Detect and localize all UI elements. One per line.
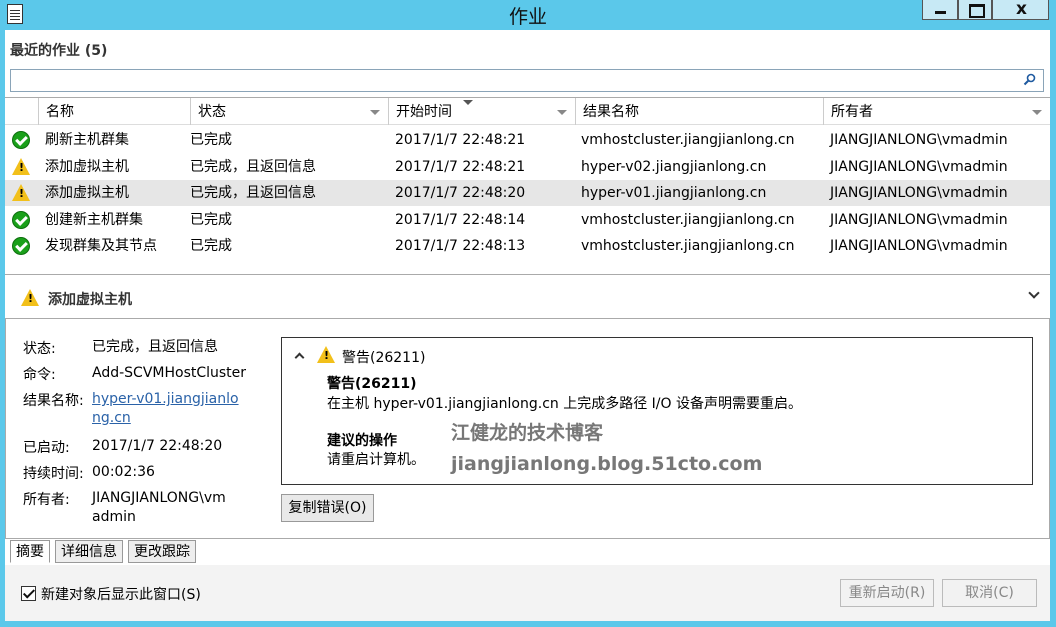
success-icon	[12, 131, 30, 149]
watermark-url: jiangjianlong.blog.51cto.com	[451, 453, 763, 475]
warning-message: 在主机 hyper-v01.jiangjianlong.cn 上完成多路径 I/…	[327, 396, 802, 412]
filter-dropdown-icon[interactable]	[1032, 110, 1042, 115]
detail-header[interactable]: 添加虚拟主机	[5, 279, 1050, 315]
warning-icon	[317, 346, 335, 363]
tab-bar: 摘要 详细信息 更改跟踪	[5, 540, 1050, 564]
cell-name: 添加虚拟主机	[45, 185, 129, 201]
minimize-button[interactable]	[922, 0, 958, 20]
cell-name: 刷新主机群集	[45, 132, 129, 148]
cancel-button[interactable]: 取消(C)	[942, 579, 1037, 607]
warning-title: 警告(26211)	[327, 376, 417, 392]
cell-owner: JIANGJIANLONG\vmadmin	[830, 238, 1008, 254]
command-label: 命令:	[23, 367, 56, 383]
cell-owner: JIANGJIANLONG\vmadmin	[830, 158, 1008, 175]
warning-icon	[12, 157, 30, 175]
cell-owner: JIANGJIANLONG\vmadmin	[830, 185, 1008, 201]
recent-jobs-header: 最近的作业 (5)	[5, 30, 1050, 64]
recommended-action-text: 请重启计算机。	[327, 452, 425, 468]
duration-label: 持续时间:	[23, 466, 84, 482]
tab-change-tracking[interactable]: 更改跟踪	[128, 540, 196, 563]
cell-start: 2017/1/7 22:48:13	[395, 238, 526, 254]
table-row[interactable]: 创建新主机群集 已完成 2017/1/7 22:48:14 vmhostcluster…	[5, 207, 1050, 233]
owner-label: 所有者:	[23, 492, 70, 508]
success-icon	[12, 210, 30, 229]
maximize-button[interactable]	[958, 0, 992, 20]
cell-result: vmhostcluster.jiangjianlong.cn	[581, 238, 795, 254]
duration-value: 00:02:36	[92, 464, 155, 480]
cell-name: 添加虚拟主机	[45, 158, 129, 175]
column-label: 开始时间	[396, 104, 452, 120]
detail-title: 添加虚拟主机	[48, 292, 132, 308]
started-label: 已启动:	[23, 440, 70, 456]
client-area: 最近的作业 (5) 名称 状态 开始时间 结果名称 所有者 刷新主机群集 已完成 2…	[5, 30, 1050, 621]
close-button[interactable]: x	[992, 0, 1049, 20]
show-window-checkbox-label[interactable]: 新建对象后显示此窗口(S)	[41, 584, 201, 604]
recent-jobs-title: 最近的作业 (5)	[10, 43, 108, 59]
status-value: 已完成，且返回信息	[92, 339, 218, 355]
cell-status: 已完成	[190, 211, 232, 228]
cell-result: vmhostcluster.jiangjianlong.cn	[581, 132, 795, 148]
column-label: 状态	[198, 104, 226, 120]
table-row[interactable]: 添加虚拟主机 已完成，且返回信息 2017/1/7 22:48:20 hyper-v0…	[5, 180, 1050, 206]
cell-status: 已完成，且返回信息	[190, 158, 316, 175]
search-input[interactable]	[10, 69, 1044, 92]
sort-descending-icon	[463, 100, 473, 105]
column-header-result-name[interactable]: 结果名称	[575, 98, 823, 125]
tab-details[interactable]: 详细信息	[55, 540, 123, 563]
recommended-action-title: 建议的操作	[327, 433, 397, 449]
cell-start: 2017/1/7 22:48:21	[395, 132, 526, 148]
column-label: 所有者	[831, 104, 873, 120]
command-value: Add-SCVMHostCluster	[92, 365, 247, 381]
column-header-owner[interactable]: 所有者	[823, 98, 1050, 125]
cell-result: hyper-v02.jiangjianlong.cn	[581, 158, 767, 175]
started-value: 2017/1/7 22:48:20	[92, 438, 223, 454]
cell-start: 2017/1/7 22:48:21	[395, 158, 526, 175]
cell-result: vmhostcluster.jiangjianlong.cn	[581, 211, 795, 228]
tab-summary[interactable]: 摘要	[10, 540, 50, 563]
status-label: 状态:	[23, 341, 56, 357]
jobs-table: 名称 状态 开始时间 结果名称 所有者 刷新主机群集 已完成 2017/1/7 22…	[5, 97, 1050, 275]
cell-owner: JIANGJIANLONG\vmadmin	[830, 211, 1008, 228]
success-icon	[12, 237, 30, 255]
column-header-status[interactable]: 状态	[190, 98, 388, 125]
cell-status: 已完成	[190, 238, 232, 254]
chevron-up-icon[interactable]	[294, 352, 305, 363]
cell-start: 2017/1/7 22:48:20	[395, 185, 526, 201]
show-window-checkbox[interactable]	[21, 586, 36, 601]
watermark-name: 江健龙的技术博客	[451, 422, 604, 444]
search-icon[interactable]	[1023, 73, 1037, 87]
jobs-window: 作业 x 最近的作业 (5) 名称 状态 开始时间 结果名称 所有者 刷新主机群…	[0, 0, 1056, 627]
column-label: 名称	[46, 104, 74, 120]
result-name-label: 结果名称:	[23, 393, 84, 409]
cell-status: 已完成	[190, 132, 232, 148]
chevron-down-icon[interactable]	[1028, 287, 1040, 299]
copy-error-button[interactable]: 复制错误(O)	[281, 494, 374, 522]
cell-status: 已完成，且返回信息	[190, 185, 316, 201]
result-name-link[interactable]: hyper-v01.jiangjianlong.cn	[92, 390, 242, 428]
filter-dropdown-icon[interactable]	[370, 110, 380, 115]
table-row[interactable]: 发现群集及其节点 已完成 2017/1/7 22:48:13 vmhostcluste…	[5, 233, 1050, 259]
column-header-start-time[interactable]: 开始时间	[388, 98, 575, 125]
warning-icon	[21, 289, 39, 306]
warning-header: 警告(26211)	[342, 350, 426, 366]
table-row[interactable]: 刷新主机群集 已完成 2017/1/7 22:48:21 vmhostcluster.…	[5, 127, 1050, 153]
column-label: 结果名称	[583, 104, 639, 120]
cell-name: 发现群集及其节点	[45, 238, 157, 254]
restart-button[interactable]: 重新启动(R)	[840, 579, 934, 607]
cell-start: 2017/1/7 22:48:14	[395, 211, 526, 228]
column-header-name[interactable]: 名称	[38, 98, 190, 125]
footer: 新建对象后显示此窗口(S) 重新启动(R) 取消(C)	[5, 565, 1050, 621]
cell-name: 创建新主机群集	[45, 211, 143, 228]
owner-value: JIANGJIANLONG\vmadmin	[92, 490, 226, 525]
title-bar[interactable]: 作业 x	[0, 0, 1056, 30]
filter-dropdown-icon[interactable]	[557, 110, 567, 115]
detail-panel: 状态: 已完成，且返回信息 命令: Add-SCVMHostCluster 结果…	[5, 318, 1050, 539]
cell-result: hyper-v01.jiangjianlong.cn	[581, 185, 767, 201]
close-icon: x	[1016, 0, 1027, 19]
warning-icon	[12, 184, 30, 201]
table-row[interactable]: 添加虚拟主机 已完成，且返回信息 2017/1/7 22:48:21 hyper-v0…	[5, 154, 1050, 180]
window-title: 作业	[508, 6, 547, 28]
cell-owner: JIANGJIANLONG\vmadmin	[830, 132, 1008, 148]
table-header: 名称 状态 开始时间 结果名称 所有者	[5, 98, 1050, 125]
